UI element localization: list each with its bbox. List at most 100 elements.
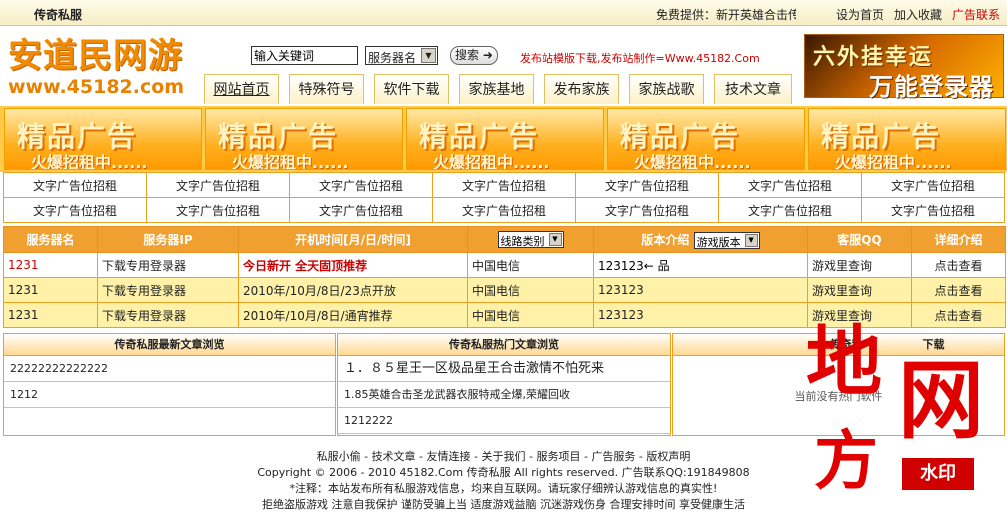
text-ad[interactable]: 文字广告位招租 — [718, 172, 862, 198]
table-row: 1231 下载专用登录器 今日新开 全天固顶推荐 中国电信 123123← 品 … — [3, 252, 1006, 278]
image-ad[interactable]: 精品广告 火爆招租中...... — [205, 108, 403, 170]
footer-link[interactable]: 关于我们 — [482, 450, 526, 463]
text-ad[interactable]: 文字广告位招租 — [146, 197, 290, 223]
tab-family-song[interactable]: 家族战歌 — [629, 74, 704, 104]
logo-url: www.45182.com — [8, 76, 185, 98]
panel-title-end: 下载 — [922, 338, 945, 351]
top-links: 设为首页 加入收藏 广告联系 — [836, 6, 1000, 23]
copyright: Copyright © 2006 - 2010 45182.Com 传奇私服 A… — [257, 466, 750, 479]
text-ad[interactable]: 文字广告位招租 — [3, 172, 147, 198]
tab-post-family[interactable]: 发布家族 — [544, 74, 619, 104]
text-ad[interactable]: 文字广告位招租 — [432, 172, 576, 198]
server-ip[interactable]: 下载专用登录器 — [97, 277, 239, 303]
text-ad-row: 文字广告位招租 文字广告位招租 文字广告位招租 文字广告位招租 文字广告位招租 … — [3, 197, 1005, 223]
line-type: 中国电信 — [467, 252, 594, 278]
search-type-select[interactable]: 服务器名 ▼ — [365, 46, 438, 65]
latest-articles-panel: 传奇私服最新文章浏览 22222222222222 1212 — [3, 333, 336, 436]
image-ad[interactable]: 精品广告 火爆招租中...... — [4, 108, 202, 170]
site-name[interactable]: 传奇私服 — [34, 6, 82, 23]
text-ad[interactable]: 文字广告位招租 — [146, 172, 290, 198]
version-intro: 123123 — [593, 302, 808, 328]
text-ad[interactable]: 文字广告位招租 — [289, 172, 433, 198]
line-type: 中国电信 — [467, 277, 594, 303]
chevron-down-icon: ▼ — [421, 48, 436, 63]
tab-label: 技术文章 — [725, 82, 781, 98]
tab-software[interactable]: 软件下载 — [374, 74, 449, 104]
tab-symbols[interactable]: 特殊符号 — [289, 74, 364, 104]
site-logo[interactable]: 安道民网游 www.45182.com — [8, 36, 198, 98]
marquee-text[interactable]: 免费提供：新开英雄合击传奇 — [656, 6, 796, 23]
tab-family-base[interactable]: 家族基地 — [459, 74, 534, 104]
line-type-select[interactable]: 线路类别 ▼ — [497, 231, 564, 248]
text-ad[interactable]: 文字广告位招租 — [575, 197, 719, 223]
version-intro: 123123 — [593, 277, 808, 303]
footer-link[interactable]: 版权声明 — [646, 450, 690, 463]
tab-label: 发布家族 — [553, 82, 610, 98]
server-name[interactable]: 1231 — [3, 252, 98, 278]
image-ad[interactable]: 精品广告 火爆招租中...... — [607, 108, 805, 170]
list-item[interactable]: 1212222 — [338, 408, 670, 434]
health-advisory: 拒绝盗版游戏 注意自我保护 谨防受骗上当 适度游戏益脑 沉迷游戏伤身 合理安排时… — [262, 498, 745, 511]
list-item[interactable]: 22222222222222 — [4, 356, 335, 382]
footer-link[interactable]: 广告服务 — [591, 450, 635, 463]
tab-home[interactable]: 网站首页 — [204, 74, 279, 104]
image-ad-strip: 精品广告 火爆招租中...... 精品广告 火爆招租中...... 精品广告 火爆招租… — [0, 106, 1007, 172]
support-qq: 游戏里查询 — [807, 252, 912, 278]
game-version-select[interactable]: 游戏版本 ▼ — [693, 231, 760, 249]
tab-tech-articles[interactable]: 技术文章 — [714, 74, 792, 104]
image-ad[interactable]: 精品广告 火爆招租中...... — [406, 108, 604, 170]
footer: 私服小偷 - 技术文章 - 友情连接 - 关于我们 - 服务项目 - 广告服务 … — [0, 449, 1007, 513]
text-ad[interactable]: 文字广告位招租 — [432, 197, 576, 223]
image-ad[interactable]: 精品广告 火爆招租中...... — [808, 108, 1006, 170]
hot-articles-panel: 传奇私服热门文章浏览 １．８５星王一区极品星王合击激情不怕死来 1.85英雄合击… — [337, 333, 671, 436]
ad-subtitle: 火爆招租中...... — [433, 153, 550, 170]
details-link[interactable]: 点击查看 — [911, 277, 1006, 303]
top-right-banner[interactable]: 六外挂幸运 万能登录器 — [804, 34, 1004, 101]
text-ad[interactable]: 文字广告位招租 — [3, 197, 147, 223]
search-type-value: 服务器名 — [368, 51, 417, 65]
search-button[interactable]: 搜索 ➜ — [450, 46, 498, 65]
footer-link[interactable]: 友情连接 — [427, 450, 471, 463]
server-ip[interactable]: 下载专用登录器 — [97, 252, 239, 278]
ad-subtitle: 火爆招租中...... — [31, 153, 148, 170]
chevron-down-icon: ▼ — [744, 233, 758, 247]
template-notice[interactable]: 发布站模版下载,发布站制作=Www.45182.Com — [520, 50, 760, 66]
disclaimer: *注释：本站发布所有私服游戏信息，均来自互联网。请玩家仔细辨认游戏信息的真实性! — [289, 482, 718, 495]
footer-link[interactable]: 技术文章 — [372, 450, 416, 463]
set-homepage-link[interactable]: 设为首页 — [836, 8, 884, 22]
server-table-header: 服务器名 服务器IP 开机时间[月/日/时间] 线路类别 ▼ 版本介绍 游戏版本 ▼… — [3, 226, 1006, 253]
col-details: 详细介绍 — [911, 226, 1006, 253]
table-row: 1231 下载专用登录器 2010年/10月/8日/通宵推荐 中国电信 1231… — [3, 302, 1006, 328]
top-bar: 传奇私服 免费提供：新开英雄合击传奇 设为首页加入收藏广告联系 — [0, 0, 1007, 26]
search-input[interactable] — [251, 46, 358, 65]
server-name[interactable]: 1231 — [3, 277, 98, 303]
server-name[interactable]: 1231 — [3, 302, 98, 328]
text-ad[interactable]: 文字广告位招租 — [718, 197, 862, 223]
col-server-name: 服务器名 — [3, 226, 98, 253]
logo-name: 安道民网游 — [8, 36, 183, 76]
text-ad[interactable]: 文字广告位招租 — [861, 172, 1005, 198]
list-item[interactable]: 1.85英雄合击圣龙武器衣服特戒全爆,荣耀回收 — [338, 382, 670, 408]
footer-link[interactable]: 服务项目 — [536, 450, 580, 463]
list-item[interactable]: 1212 — [4, 382, 335, 408]
panel-title-start: 传奇私 — [829, 338, 863, 351]
col-line-type: 线路类别 ▼ — [467, 226, 594, 253]
ad-contact-link[interactable]: 广告联系 — [952, 8, 1000, 22]
text-ad-row: 文字广告位招租 文字广告位招租 文字广告位招租 文字广告位招租 文字广告位招租 … — [3, 172, 1005, 198]
add-favorite-link[interactable]: 加入收藏 — [894, 8, 942, 22]
open-time: 2010年/10月/8日/通宵推荐 — [238, 302, 468, 328]
list-item[interactable]: １．８５星王一区极品星王合击激情不怕死来 — [338, 356, 670, 382]
server-ip[interactable]: 下载专用登录器 — [97, 302, 239, 328]
text-ad[interactable]: 文字广告位招租 — [861, 197, 1005, 223]
details-link[interactable]: 点击查看 — [911, 252, 1006, 278]
ad-subtitle: 火爆招租中...... — [634, 153, 751, 170]
tab-label: 软件下载 — [383, 82, 440, 98]
support-qq: 游戏里查询 — [807, 302, 912, 328]
ad-subtitle: 火爆招租中...... — [232, 153, 349, 170]
text-ad[interactable]: 文字广告位招租 — [289, 197, 433, 223]
version-text: 123123← 品 — [598, 258, 670, 273]
col-open-time: 开机时间[月/日/时间] — [238, 226, 468, 253]
text-ad[interactable]: 文字广告位招租 — [575, 172, 719, 198]
footer-link[interactable]: 私服小偷 — [317, 450, 361, 463]
details-link[interactable]: 点击查看 — [911, 302, 1006, 328]
